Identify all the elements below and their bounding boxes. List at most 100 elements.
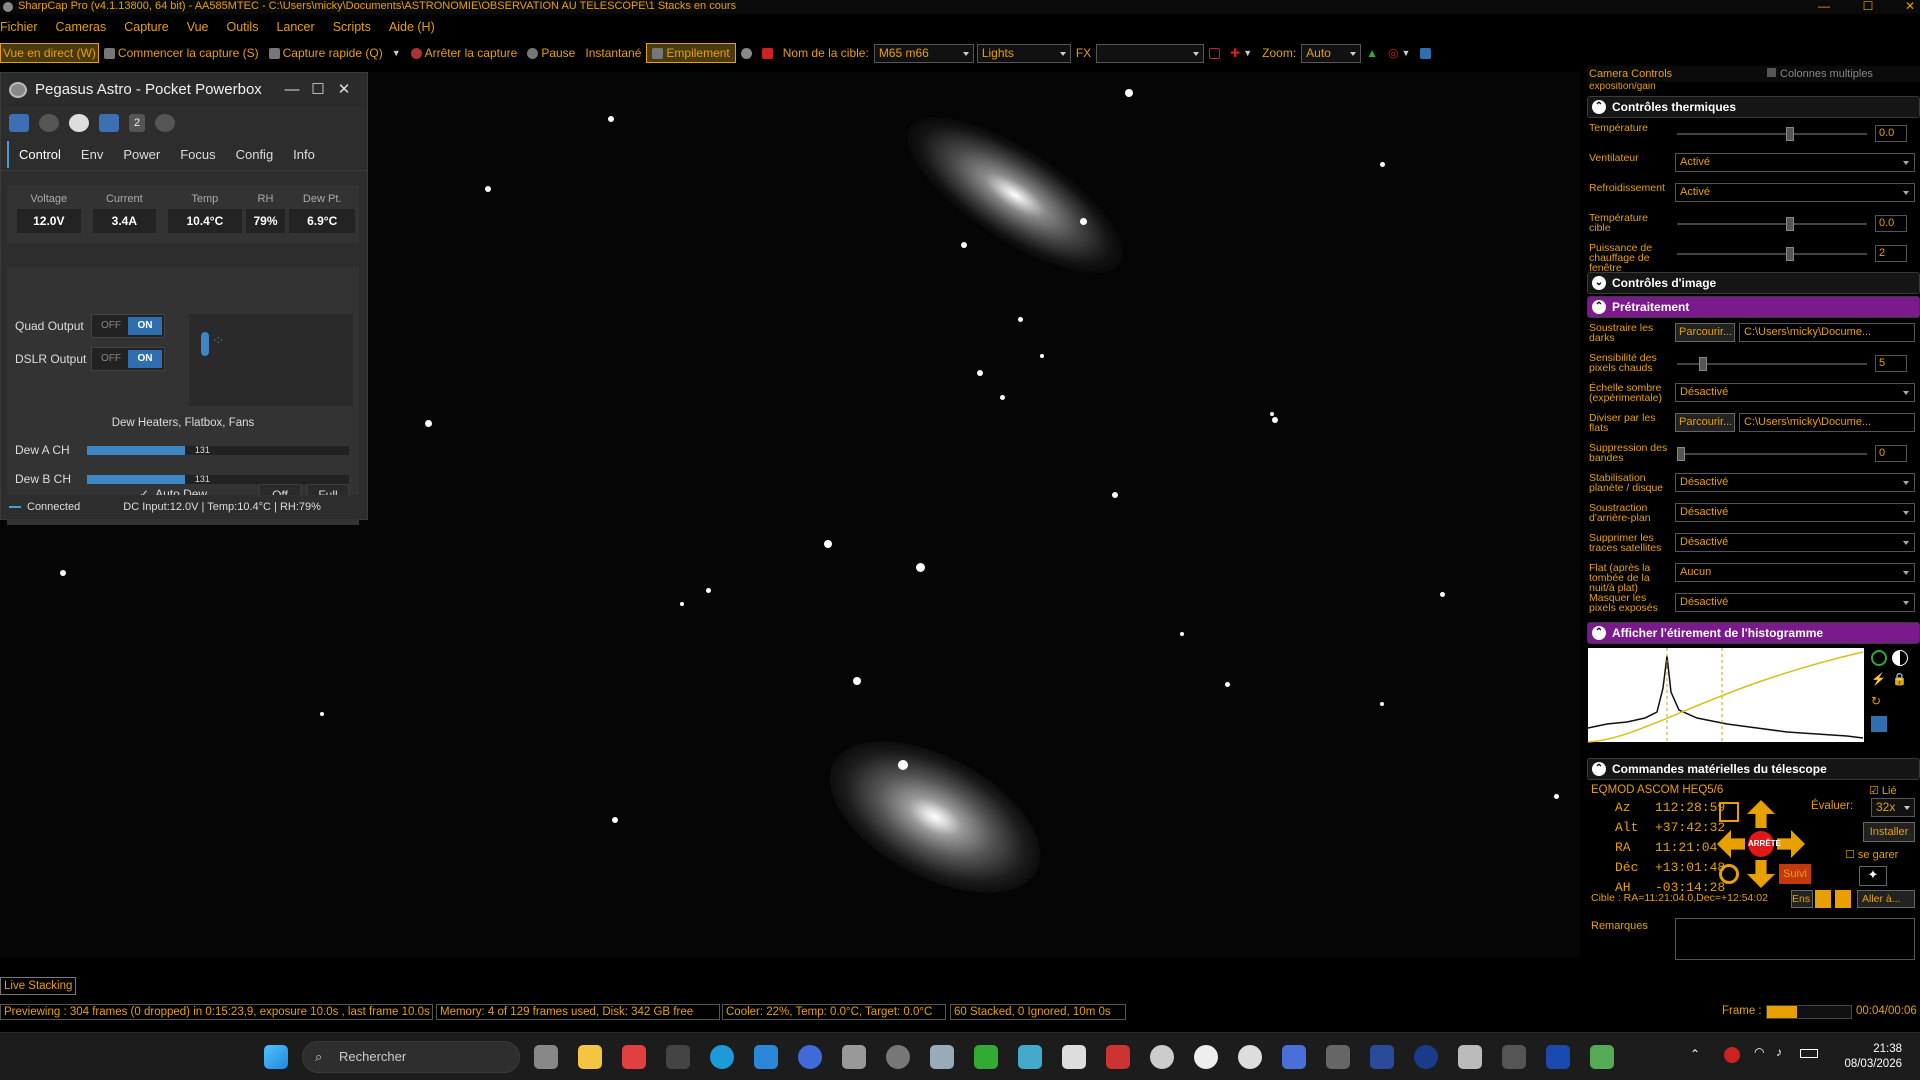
- app-icon[interactable]: [1150, 1045, 1174, 1069]
- pre-dropdown[interactable]: Désactivé: [1675, 533, 1915, 552]
- app-icon[interactable]: [1282, 1045, 1306, 1069]
- pre-dropdown[interactable]: Désactivé: [1675, 593, 1915, 612]
- menu-scripts[interactable]: Scripts: [322, 18, 378, 38]
- linked-checkbox[interactable]: ☑ Lié: [1869, 784, 1897, 797]
- section-thermal[interactable]: ⌃ Contrôles thermiques: [1587, 96, 1920, 118]
- section-telescope[interactable]: ⌃ Commandes matérielles du télescope: [1587, 758, 1920, 780]
- target-icon[interactable]: [1719, 864, 1739, 884]
- section-preprocessing[interactable]: ⌃ Prétraitement: [1587, 296, 1920, 318]
- fx-select[interactable]: [1096, 43, 1205, 63]
- target-name-select[interactable]: M65 m66: [873, 43, 974, 63]
- maximize-button[interactable]: ☐: [1848, 0, 1888, 14]
- arrow-right-button[interactable]: [1777, 830, 1805, 858]
- live-stacking-tab[interactable]: Live Stacking: [0, 977, 77, 995]
- app-icon[interactable]: [1458, 1045, 1482, 1069]
- edge-icon[interactable]: [710, 1045, 734, 1069]
- multi-columns-checkbox[interactable]: Colonnes multiples: [1767, 66, 1873, 82]
- arrow-down-icon[interactable]: [1835, 890, 1851, 908]
- slider-knob[interactable]: [1677, 447, 1685, 461]
- app-icon[interactable]: [798, 1045, 822, 1069]
- stop-button[interactable]: ARRÊTE: [1748, 831, 1781, 857]
- sharpcap-icon[interactable]: [842, 1045, 866, 1069]
- goto-button[interactable]: Aller à...: [1857, 890, 1915, 908]
- slider-knob[interactable]: [1698, 357, 1707, 371]
- wifi-icon[interactable]: ◠: [1754, 1045, 1764, 1059]
- menu-lancer[interactable]: Lancer: [265, 18, 321, 38]
- tab-info[interactable]: Info: [283, 141, 325, 168]
- app-icon[interactable]: [974, 1045, 998, 1069]
- reset-icon[interactable]: ↻: [1871, 694, 1881, 708]
- browse-button[interactable]: Parcourir...: [1675, 413, 1735, 432]
- pegasus-minimize-button[interactable]: —: [279, 73, 305, 107]
- arrow-up-button[interactable]: [1747, 800, 1775, 828]
- dew-a-slider[interactable]: 131: [87, 445, 349, 455]
- menu-cameras[interactable]: Cameras: [45, 18, 114, 38]
- pre-value-field[interactable]: 5: [1875, 355, 1907, 372]
- pre-path-dropdown[interactable]: C:\Users\micky\Docume...: [1739, 413, 1915, 432]
- stop-capture-button[interactable]: Arrêter la capture: [406, 43, 523, 63]
- tools-button[interactable]: [1415, 43, 1436, 63]
- file-explorer-icon[interactable]: [578, 1045, 602, 1069]
- track-button[interactable]: Suivi: [1779, 864, 1811, 884]
- app-icon[interactable]: [1590, 1045, 1614, 1069]
- pause-button[interactable]: Pause: [522, 43, 580, 63]
- tab-power[interactable]: Power: [113, 141, 170, 168]
- zoom-select[interactable]: Auto: [1301, 43, 1362, 63]
- taskbar-search[interactable]: ⌕ Rechercher: [302, 1041, 520, 1073]
- lightning-icon[interactable]: ⚡: [1871, 672, 1886, 686]
- histogram-panel[interactable]: ⚡ 🔒 ↻: [1587, 646, 1920, 756]
- pre-value-field[interactable]: 0: [1875, 445, 1907, 462]
- star-chart-icon[interactable]: ✦: [1859, 866, 1887, 886]
- device-icon[interactable]: [69, 114, 89, 132]
- park-checkbox[interactable]: ☐ se garer: [1845, 848, 1898, 861]
- menu-vue[interactable]: Vue: [176, 18, 216, 38]
- thermal-value-field[interactable]: 0.0: [1875, 125, 1907, 142]
- save-icon[interactable]: [1871, 716, 1887, 732]
- lock-icon[interactable]: 🔒: [1892, 672, 1907, 686]
- menu-aide[interactable]: Aide (H): [378, 18, 442, 38]
- dew-b-slider[interactable]: 131: [87, 474, 349, 484]
- reticle-button[interactable]: [1204, 43, 1225, 63]
- minimize-button[interactable]: —: [1804, 0, 1844, 14]
- app-icon[interactable]: [1326, 1045, 1350, 1069]
- thermal-slider[interactable]: [1677, 127, 1867, 141]
- info-icon[interactable]: [155, 114, 175, 132]
- windows-start-icon[interactable]: [264, 1045, 288, 1069]
- rate-select[interactable]: 32x: [1871, 798, 1915, 817]
- pre-path-dropdown[interactable]: C:\Users\micky\Docume...: [1739, 323, 1915, 342]
- arrow-right-icon[interactable]: [1815, 890, 1831, 908]
- install-button[interactable]: Installer: [1863, 822, 1915, 842]
- pre-dropdown[interactable]: Aucun: [1675, 563, 1915, 582]
- task-view-icon[interactable]: [534, 1045, 558, 1069]
- menu-outils[interactable]: Outils: [216, 18, 266, 38]
- app-icon[interactable]: [930, 1045, 954, 1069]
- tray-chevron-icon[interactable]: ⌃: [1690, 1047, 1700, 1061]
- app-icon[interactable]: [754, 1045, 778, 1069]
- browse-button[interactable]: Parcourir...: [1675, 323, 1735, 342]
- pre-dropdown[interactable]: Désactivé: [1675, 503, 1915, 522]
- chevron-down-icon[interactable]: ▼: [1402, 43, 1411, 63]
- pegasus-close-button[interactable]: ✕: [331, 73, 357, 107]
- app-icon[interactable]: [1106, 1045, 1130, 1069]
- auto-stretch-icon[interactable]: [1871, 650, 1887, 666]
- pre-dropdown[interactable]: Désactivé: [1675, 473, 1915, 492]
- tab-config[interactable]: Config: [226, 141, 284, 168]
- thermal-value-field[interactable]: 0.0: [1875, 215, 1907, 232]
- app-icon[interactable]: [1370, 1045, 1394, 1069]
- tab-focus[interactable]: Focus: [170, 141, 225, 168]
- spiral-icon[interactable]: [1719, 802, 1739, 822]
- tray-icon[interactable]: [1724, 1047, 1740, 1063]
- app-icon[interactable]: [1502, 1045, 1526, 1069]
- quad-output-toggle[interactable]: OFF ON: [91, 314, 165, 338]
- menu-capture[interactable]: Capture: [113, 18, 175, 38]
- menu-fichier[interactable]: Fichier: [0, 18, 45, 38]
- pre-slider[interactable]: [1677, 447, 1867, 461]
- battery-icon[interactable]: [1800, 1049, 1818, 1058]
- stacking-button[interactable]: Empilement: [646, 43, 736, 63]
- start-capture-button[interactable]: Commencer la capture (S): [99, 43, 264, 63]
- pre-slider[interactable]: [1677, 357, 1867, 371]
- app-icon[interactable]: [1546, 1045, 1570, 1069]
- contrast-icon[interactable]: [1892, 650, 1908, 666]
- app-icon[interactable]: [666, 1045, 690, 1069]
- app-icon[interactable]: [1018, 1045, 1042, 1069]
